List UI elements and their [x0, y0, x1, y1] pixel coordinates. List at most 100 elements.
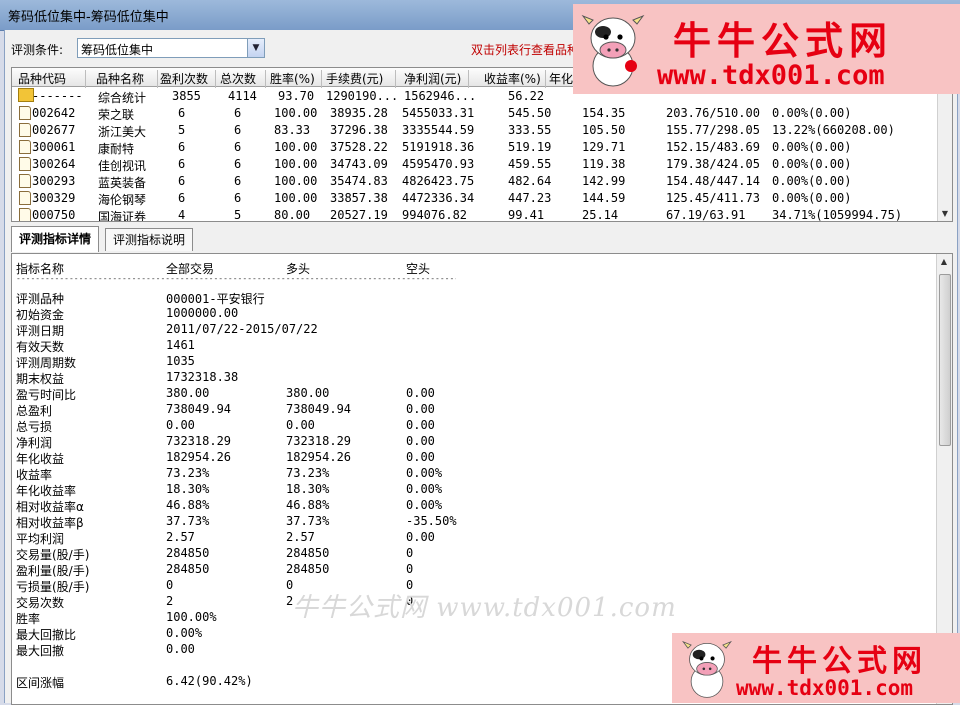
cell-annual: 154.35	[582, 106, 626, 120]
cell-fee: 20527.19	[330, 208, 388, 222]
detail-short-cell: 0.00	[406, 450, 435, 464]
window-title: 筹码低位集中-筹码低位集中	[8, 10, 169, 25]
cell-total: 4114	[228, 89, 257, 103]
cell-extra2: 13.22%(660208.00)	[772, 123, 895, 137]
chevron-down-icon[interactable]: ▼	[247, 39, 264, 57]
col-header-win[interactable]: 盈利次数	[160, 70, 208, 87]
tab-indicator-details[interactable]: 评测指标详情	[11, 226, 100, 252]
document-icon	[19, 174, 31, 188]
brand-name: 牛牛公式网	[752, 644, 927, 679]
detail-name-cell: 交易次数	[16, 596, 65, 610]
detail-all-cell: 2.57	[166, 530, 195, 544]
detail-name-cell: 年化收益	[16, 452, 65, 466]
table-row[interactable]: 300329 海伦钢琴 6 6 100.00 33857.38 4472336.34 447.…	[12, 189, 942, 207]
detail-name-cell: 交易量(股/手)	[16, 548, 90, 562]
detail-all-cell: 18.30%	[166, 482, 210, 496]
document-icon	[19, 123, 31, 137]
detail-long-cell: 732318.29	[286, 434, 352, 448]
table-row[interactable]: 300061 康耐特 6 6 100.00 37528.22 5191918.36 519.1…	[12, 138, 942, 156]
watermark-banner-top: 牛牛公式网 www.tdx001.com	[573, 4, 960, 94]
detail-short-cell: 0	[406, 546, 414, 560]
detail-all-cell: 182954.26	[166, 450, 232, 464]
cell-fee: 37296.38	[330, 123, 388, 137]
detail-all-cell: 0.00	[166, 418, 195, 432]
detail-short-cell: 0.00	[406, 386, 435, 400]
cell-code: 000750	[32, 208, 76, 222]
detail-long-cell: 46.88%	[286, 498, 330, 512]
table-row[interactable]: 300264 佳创视讯 6 6 100.00 34743.09 4595470.93 459.…	[12, 155, 942, 173]
cell-extra1: 203.76/510.00	[666, 106, 760, 120]
detail-all-cell: 2	[166, 594, 174, 608]
cell-profit: 3335544.59	[402, 123, 475, 137]
cell-rate: 100.00	[274, 157, 318, 171]
cell-total: 6	[234, 191, 242, 205]
col-header-fee[interactable]: 手续费(元)	[326, 70, 383, 87]
table-row[interactable]: 300293 蓝英装备 6 6 100.00 35474.83 4826423.75 482.…	[12, 172, 942, 190]
cell-rate: 100.00	[274, 106, 318, 120]
table-row[interactable]: 000750 国海证券 4 5 80.00 20527.19 994076.82 99.41 2…	[12, 206, 942, 222]
scroll-down-icon[interactable]: ▼	[940, 209, 950, 219]
cell-fee: 37528.22	[330, 140, 388, 154]
detail-short-cell: 0.00	[406, 402, 435, 416]
cell-total: 6	[234, 106, 242, 120]
cell-extra1: 152.15/483.69	[666, 140, 760, 154]
cell-extra1: 154.48/447.14	[666, 174, 760, 188]
condition-select[interactable]: 筹码低位集中 ▼	[77, 38, 265, 58]
scroll-thumb[interactable]	[939, 274, 951, 446]
cell-code: 002677	[32, 123, 76, 137]
cell-extra2: 0.00%(0.00)	[772, 174, 852, 188]
col-header-code[interactable]: 品种代码	[18, 70, 66, 87]
detail-all-cell: 738049.94	[166, 402, 232, 416]
cell-win: 5	[178, 123, 186, 137]
detail-all-cell: 100.00%	[166, 610, 217, 624]
cell-extra2: 34.71%(1059994.75)	[772, 208, 903, 222]
col-header-profit[interactable]: 净利润(元)	[404, 70, 461, 87]
detail-name-cell: 期末权益	[16, 372, 65, 386]
col-header-rate[interactable]: 胜率(%)	[270, 70, 315, 87]
detail-all-cell: 732318.29	[166, 434, 232, 448]
cell-annual: 119.38	[582, 157, 626, 171]
document-icon	[19, 157, 31, 171]
detail-name-cell: 总盈利	[16, 404, 53, 418]
cell-profit: 4595470.93	[402, 157, 475, 171]
cell-rate: 100.00	[274, 174, 318, 188]
cell-extra2: 0.00%(0.00)	[772, 106, 852, 120]
cell-rate: 100.00	[274, 140, 318, 154]
detail-name-cell: 相对收益率α	[16, 500, 84, 514]
cell-ret: 447.23	[508, 191, 552, 205]
table-row[interactable]: 002642 荣之联 6 6 100.00 38935.28 5455033.31 545.5…	[12, 104, 942, 122]
cell-profit: 4472336.34	[402, 191, 475, 205]
detail-long-cell: 182954.26	[286, 450, 352, 464]
detail-all-cell: 1035	[166, 354, 195, 368]
detail-short-cell: 0.00	[406, 530, 435, 544]
detail-all-cell: 0.00	[166, 642, 195, 656]
detail-all-cell: 2011/07/22-2015/07/22	[166, 322, 318, 336]
cell-win: 3855	[172, 89, 201, 103]
detail-all-cell: 6.42(90.42%)	[166, 674, 253, 688]
detail-name-cell: 最大回撤比	[16, 628, 77, 642]
cell-ret: 519.19	[508, 140, 552, 154]
detail-long-cell: 0.00	[286, 418, 315, 432]
detail-name-cell: 亏损量(股/手)	[16, 580, 90, 594]
cell-profit: 5455033.31	[402, 106, 475, 120]
cell-extra2: 0.00%(0.00)	[772, 191, 852, 205]
detail-short-cell: 0.00%	[406, 466, 443, 480]
table-row[interactable]: 002677 浙江美大 5 6 83.33 37296.38 3335544.59 333.5…	[12, 121, 942, 139]
cell-win: 6	[178, 174, 186, 188]
cell-rate: 80.00	[274, 208, 311, 222]
scroll-up-icon[interactable]: ▲	[939, 257, 949, 267]
cell-profit: 1562946...	[404, 89, 477, 103]
col-header-return[interactable]: 收益率(%)	[484, 70, 541, 87]
col-header-name[interactable]: 品种名称	[96, 70, 144, 87]
detail-all-cell: 000001-平安银行	[166, 292, 265, 306]
cell-rate: 100.00	[274, 191, 318, 205]
detail-all-cell: 0.00%	[166, 626, 203, 640]
col-header-total[interactable]: 总次数	[220, 70, 256, 87]
cell-code: 002642	[32, 106, 76, 120]
detail-all-cell: 73.23%	[166, 466, 210, 480]
detail-short-cell: -35.50%	[406, 514, 457, 528]
detail-name-cell: 盈利量(股/手)	[16, 564, 90, 578]
detail-all-cell: 1461	[166, 338, 195, 352]
cell-extra1: 179.38/424.05	[666, 157, 760, 171]
tab-indicator-explanation[interactable]: 评测指标说明	[105, 228, 194, 251]
